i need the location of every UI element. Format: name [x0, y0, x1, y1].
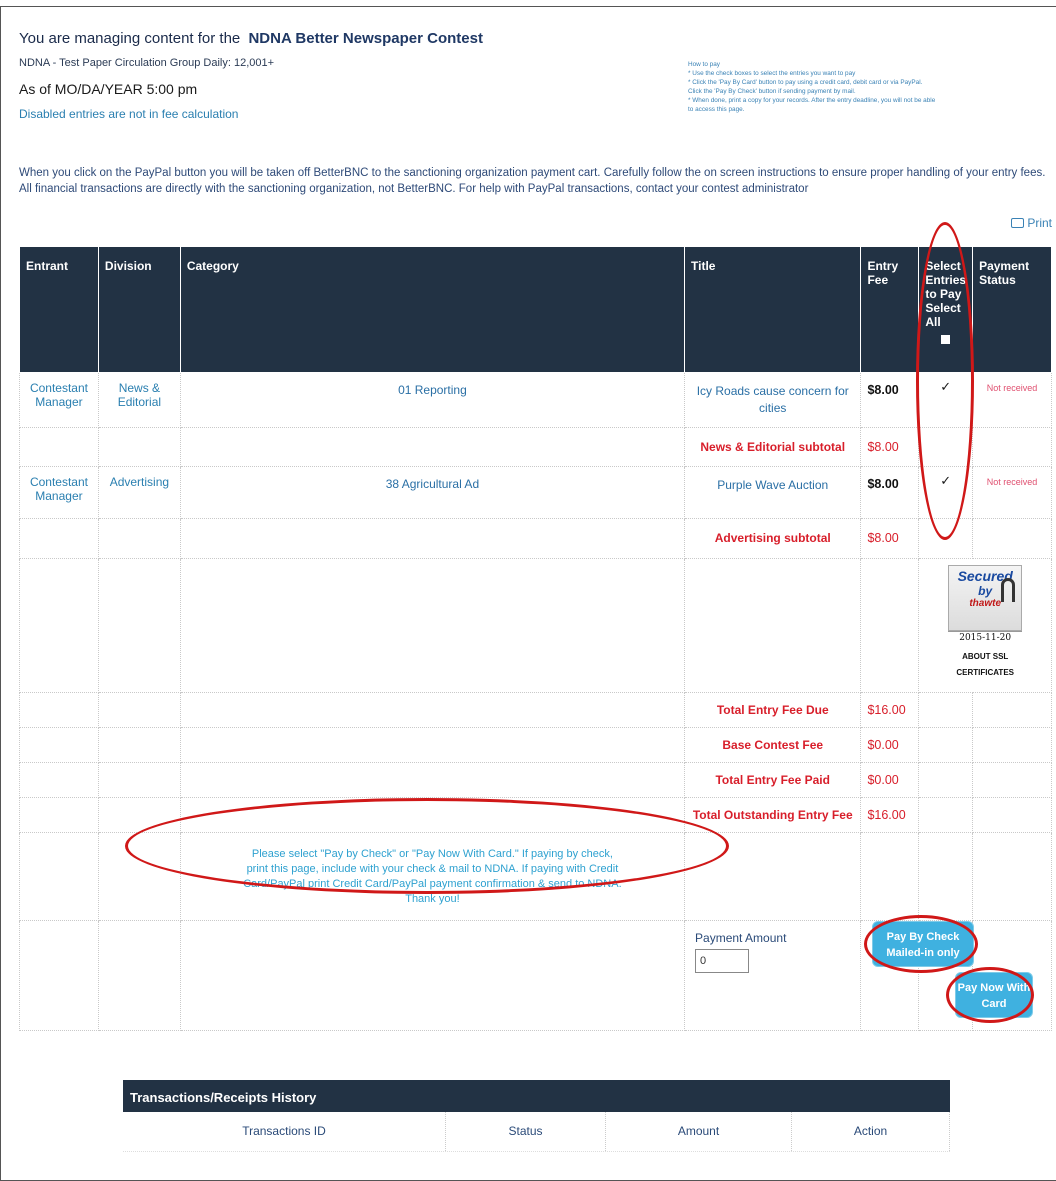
col-header-category: Category [179, 246, 686, 373]
as-of-date: As of MO/DA/YEAR 5:00 pm [19, 81, 198, 97]
total-label: Total Entry Fee Due [684, 692, 862, 728]
total-row: Total Entry Fee Paid $0.00 [19, 762, 1052, 798]
entry-checkbox[interactable]: ✓ [918, 372, 974, 428]
payment-amount-label: Payment Amount [695, 931, 787, 945]
total-label: Total Entry Fee Paid [684, 762, 862, 798]
entry-checkbox[interactable]: ✓ [918, 466, 974, 519]
entries-table: Entrant Division Category Title Entry Fe… [19, 246, 1052, 1031]
table-row: Contestant Manager News & Editorial 01 R… [19, 372, 1052, 428]
title-cell: Purple Wave Auction [684, 466, 862, 519]
total-amount: $0.00 [860, 727, 920, 763]
fee-cell: $8.00 [860, 466, 920, 519]
category-cell: 01 Reporting [179, 372, 686, 428]
print-label: Print [1027, 216, 1052, 230]
col-header-entrant: Entrant [19, 246, 99, 373]
how-to-pay-line: * Click the 'Pay By Card' button to pay … [688, 79, 923, 86]
disabled-note: Disabled entries are not in fee calculat… [19, 107, 239, 121]
paper-group: NDNA - Test Paper Circulation Group Dail… [19, 57, 275, 69]
payment-status: Not received [972, 372, 1052, 428]
table-row: Contestant Manager Advertising 38 Agricu… [19, 466, 1052, 519]
how-to-pay-title: How to pay [688, 61, 720, 68]
select-all-checkbox[interactable] [941, 335, 951, 344]
subtotal-label: News & Editorial subtotal [684, 427, 862, 467]
managing-text: You are managing content for the [19, 30, 241, 47]
payment-status: Not received [972, 466, 1052, 519]
total-row: Total Entry Fee Due $16.00 [19, 692, 1052, 728]
notice-row: Please select "Pay by Check" or "Pay Now… [19, 832, 1052, 921]
entrant-cell: Contestant Manager [19, 466, 99, 519]
ssl-date: 2015-11-20 [948, 631, 1023, 643]
total-row: Base Contest Fee $0.00 [19, 727, 1052, 763]
pay-now-card-button[interactable]: Pay Now With Card [955, 972, 1033, 1018]
transactions-panel: Transactions/Receipts History Transactio… [123, 1080, 950, 1152]
how-to-pay-instructions: How to pay * Use the check boxes to sele… [688, 60, 1050, 114]
col-amount: Amount [606, 1112, 792, 1151]
notice-cell: Please select "Pay by Check" or "Pay Now… [179, 832, 686, 921]
ssl-seal[interactable]: Secured by thawte 2015-11-20 ABOUT SSL C… [948, 565, 1023, 681]
category-cell: 38 Agricultural Ad [179, 466, 686, 519]
fee-cell: $8.00 [860, 372, 920, 428]
padlock-icon [1001, 578, 1016, 602]
col-header-division: Division [97, 246, 181, 373]
col-header-entry-fee: Entry Fee [860, 246, 920, 373]
transactions-title: Transactions/Receipts History [123, 1080, 950, 1112]
col-action: Action [792, 1112, 950, 1151]
ssl-badge: Secured by thawte [948, 565, 1023, 631]
col-status: Status [446, 1112, 606, 1151]
col-header-title: Title [684, 246, 862, 373]
payment-amount-input[interactable] [695, 949, 750, 973]
transactions-header-row: Transactions ID Status Amount Action [123, 1112, 950, 1152]
how-to-pay-line: * When done, print a copy for your recor… [688, 97, 936, 104]
total-amount: $0.00 [860, 762, 920, 798]
how-to-pay-line: * Use the check boxes to select the entr… [688, 70, 856, 77]
how-to-pay-line: to access this page. [688, 106, 745, 113]
table-header-row: Entrant Division Category Title Entry Fe… [19, 246, 1052, 373]
division-cell: News & Editorial [97, 372, 181, 428]
page-title: You are managing content for the NDNA Be… [19, 30, 659, 47]
printer-icon [1011, 218, 1025, 228]
subtotal-row: News & Editorial subtotal $8.00 [19, 427, 1052, 467]
ssl-row: Secured by thawte 2015-11-20 ABOUT SSL C… [19, 558, 1052, 693]
ssl-about-link[interactable]: ABOUT SSL CERTIFICATES [948, 649, 1022, 681]
total-label: Base Contest Fee [684, 727, 862, 763]
print-link[interactable]: Print [1011, 216, 1052, 230]
subtotal-fee: $8.00 [860, 427, 920, 467]
col-header-select: Select Entries to Pay Select All [918, 246, 974, 373]
title-cell: Icy Roads cause concern for cities [684, 372, 862, 428]
entrant-cell: Contestant Manager [19, 372, 99, 428]
total-amount: $16.00 [860, 692, 920, 728]
paypal-notice: When you click on the PayPal button you … [19, 167, 1046, 195]
contest-name: NDNA Better Newspaper Contest [248, 30, 483, 47]
total-row: Total Outstanding Entry Fee $16.00 [19, 797, 1052, 833]
payment-amount-cell: Payment Amount [684, 920, 862, 1031]
select-header-label: Select Entries to Pay Select All [925, 259, 967, 329]
subtotal-label: Advertising subtotal [684, 518, 862, 559]
page-header: You are managing content for the NDNA Be… [19, 30, 659, 121]
subtotal-fee: $8.00 [860, 518, 920, 559]
division-cell: Advertising [97, 466, 181, 519]
col-transactions-id: Transactions ID [123, 1112, 446, 1151]
total-label: Total Outstanding Entry Fee [684, 797, 862, 833]
payment-notice: Please select "Pay by Check" or "Pay Now… [243, 847, 622, 905]
ssl-cell: Secured by thawte 2015-11-20 ABOUT SSL C… [918, 558, 1052, 693]
subtotal-row: Advertising subtotal $8.00 [19, 518, 1052, 559]
col-header-payment-status: Payment Status [972, 246, 1052, 373]
total-amount: $16.00 [860, 797, 920, 833]
how-to-pay-line: Click the 'Pay By Check' button if sendi… [688, 88, 856, 95]
pay-by-check-button[interactable]: Pay By Check Mailed-in only [872, 921, 974, 967]
